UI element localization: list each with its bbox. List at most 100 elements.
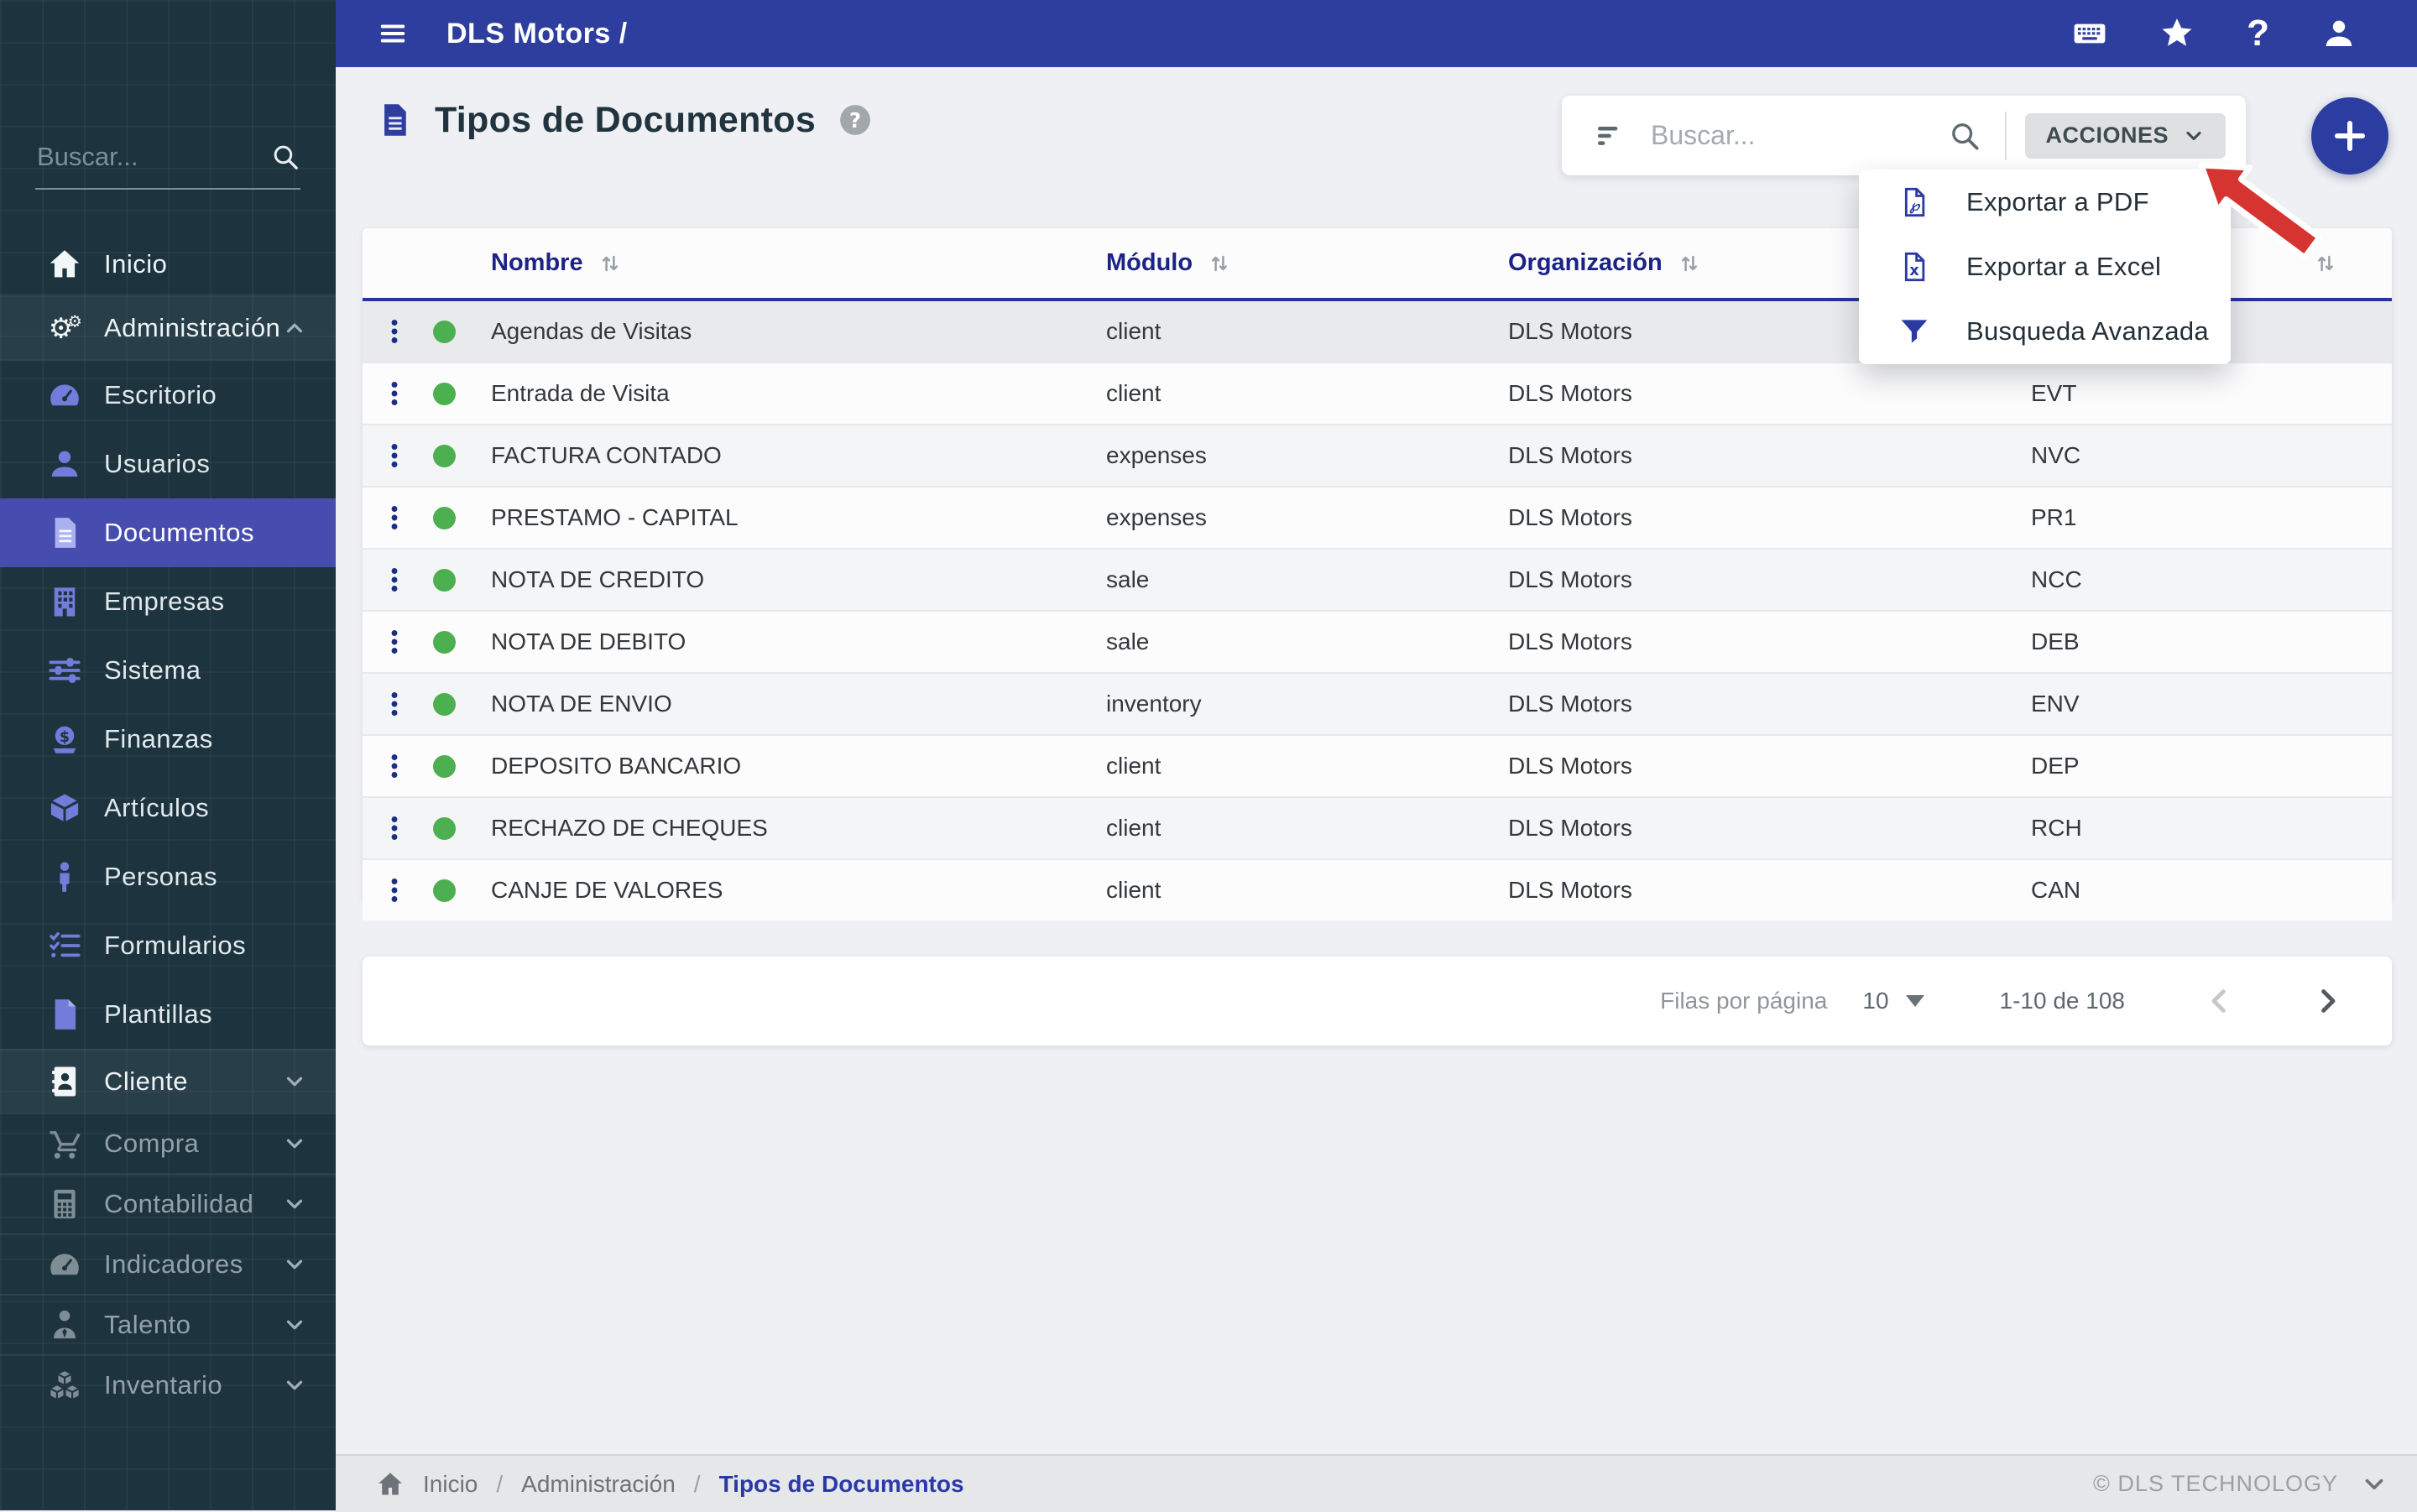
hamburger-menu-icon[interactable] [374,19,411,48]
cell-nombre: CANJE DE VALORES [491,877,723,903]
row-menu-icon[interactable] [379,503,410,533]
sidebar-search-input[interactable] [35,141,270,173]
sliders-icon [47,653,82,688]
money-icon [47,722,82,757]
sidebar-item-documentos[interactable]: Documentos [0,498,336,567]
menu-item-exportar-pdf[interactable]: Exportar a PDF [1859,170,2231,235]
sidebar-item-inicio[interactable]: Inicio [0,233,336,295]
sidebar-item-sistema[interactable]: Sistema [0,636,336,705]
column-header-nombre[interactable]: Nombre [491,249,1106,277]
row-menu-icon[interactable] [379,316,410,347]
table-row[interactable]: NOTA DE ENVIO inventory DLS Motors ENV [363,672,2392,734]
sort-icon[interactable] [1206,250,1233,277]
sidebar-search[interactable] [35,141,300,190]
sidebar-item-label: Sistema [104,655,201,685]
star-icon[interactable] [2159,16,2195,51]
sort-icon[interactable] [597,250,624,277]
sort-icon[interactable] [2312,250,2339,277]
sidebar-item-indicadores[interactable]: Indicadores [0,1235,336,1294]
user-icon [47,446,82,482]
footer: Inicio / Administración / Tipos de Docum… [336,1454,2417,1512]
table-row[interactable]: Entrada de Visita client DLS Motors EVT [363,362,2392,424]
sidebar-item-escritorio[interactable]: Escritorio [0,361,336,430]
keyboard-icon[interactable] [2072,16,2107,51]
cell-modulo: expenses [1106,442,1207,468]
search-icon[interactable] [1948,119,1981,153]
copyright-text: © DLS TECHNOLOGY [2093,1471,2338,1496]
breadcrumb-inicio[interactable]: Inicio [423,1471,478,1498]
sidebar-item-label: Talento [104,1310,191,1339]
next-page-icon[interactable] [2310,983,2345,1019]
table-row[interactable]: DEPOSITO BANCARIO client DLS Motors DEP [363,734,2392,796]
search-icon[interactable] [270,142,300,172]
chevron-down-icon[interactable] [2360,1470,2388,1499]
sidebar-item-finanzas[interactable]: Finanzas [0,705,336,774]
help-icon[interactable]: ? [2247,15,2269,52]
address-book-icon [47,1064,82,1099]
sidebar-item-formularios[interactable]: Formularios [0,911,336,980]
user-profile-icon[interactable] [2321,16,2357,51]
row-menu-icon[interactable] [379,627,410,657]
row-menu-icon[interactable] [379,751,410,781]
status-dot [433,754,456,778]
table-row[interactable]: RECHAZO DE CHEQUES client DLS Motors RCH [363,796,2392,858]
sidebar-item-talento[interactable]: Talento [0,1296,336,1354]
sidebar-item-label: Contabilidad [104,1189,254,1218]
sidebar-item-personas[interactable]: Personas [0,842,336,911]
row-menu-icon[interactable] [379,813,410,843]
cell-modulo: client [1106,380,1162,406]
cube-icon [47,790,82,826]
sidebar-item-label: Escritorio [104,380,217,409]
sidebar-item-inventario[interactable]: Inventario [0,1356,336,1415]
status-dot [433,382,456,405]
previous-page-icon[interactable] [2202,983,2237,1019]
sidebar-item-empresas[interactable]: Empresas [0,567,336,636]
row-menu-icon[interactable] [379,565,410,595]
cell-codigo: NVC [2031,442,2081,468]
cell-modulo: expenses [1106,504,1207,530]
sidebar-item-plantillas[interactable]: Plantillas [0,980,336,1049]
column-header-modulo[interactable]: Módulo [1106,249,1508,277]
sidebar-item-label: Empresas [104,587,225,616]
menu-item-label: Exportar a Excel [1966,252,2162,281]
table-row[interactable]: PRESTAMO - CAPITAL expenses DLS Motors P… [363,486,2392,548]
page-header: Tipos de Documentos [376,99,873,141]
menu-item-exportar-excel[interactable]: Exportar a Excel [1859,235,2231,300]
sidebar-item-compra[interactable]: Compra [0,1114,336,1173]
actions-button[interactable]: ACCIONES [2025,112,2226,159]
table-row[interactable]: CANJE DE VALORES client DLS Motors CAN [363,858,2392,920]
home-icon[interactable] [376,1470,405,1499]
sidebar-item-label: Usuarios [104,449,211,478]
table-row[interactable]: NOTA DE CREDITO sale DLS Motors NCC [363,548,2392,610]
menu-item-busqueda-avanzada[interactable]: Busqueda Avanzada [1859,300,2231,364]
sidebar-item-articulos[interactable]: Artículos [0,774,336,842]
menu-item-label: Exportar a PDF [1966,187,2149,216]
help-circle-icon[interactable] [838,102,873,138]
row-menu-icon[interactable] [379,689,410,719]
sidebar-item-contabilidad[interactable]: Contabilidad [0,1175,336,1233]
page-title: Tipos de Documentos [435,99,817,140]
row-menu-icon[interactable] [379,441,410,471]
sidebar-item-cliente[interactable]: Cliente [0,1051,336,1113]
cell-nombre: NOTA DE DEBITO [491,628,686,654]
add-button[interactable] [2311,97,2388,175]
sidebar-item-usuarios[interactable]: Usuarios [0,430,336,498]
row-menu-icon[interactable] [379,875,410,905]
sidebar-item-label: Plantillas [104,999,213,1029]
dropdown-triangle-icon [1905,995,1924,1007]
cell-modulo: sale [1106,628,1150,654]
sidebar-item-label: Indicadores [104,1249,243,1279]
sidebar-item-administracion[interactable]: Administración [0,297,336,359]
pagination-range: 1-10 de 108 [1999,988,2125,1014]
sidebar-item-label: Cliente [104,1066,188,1096]
rows-per-page-select[interactable]: 10 [1862,988,1924,1014]
table-row[interactable]: FACTURA CONTADO expenses DLS Motors NVC [363,424,2392,486]
table-row[interactable]: NOTA DE DEBITO sale DLS Motors DEB [363,610,2392,672]
search-input[interactable] [1649,119,1949,152]
breadcrumb-administracion[interactable]: Administración [521,1471,676,1498]
cart-icon [47,1126,82,1161]
filter-lines-icon[interactable] [1594,119,1627,153]
row-menu-icon[interactable] [379,378,410,409]
sort-icon[interactable] [1676,250,1703,277]
gauge-icon [47,378,82,413]
